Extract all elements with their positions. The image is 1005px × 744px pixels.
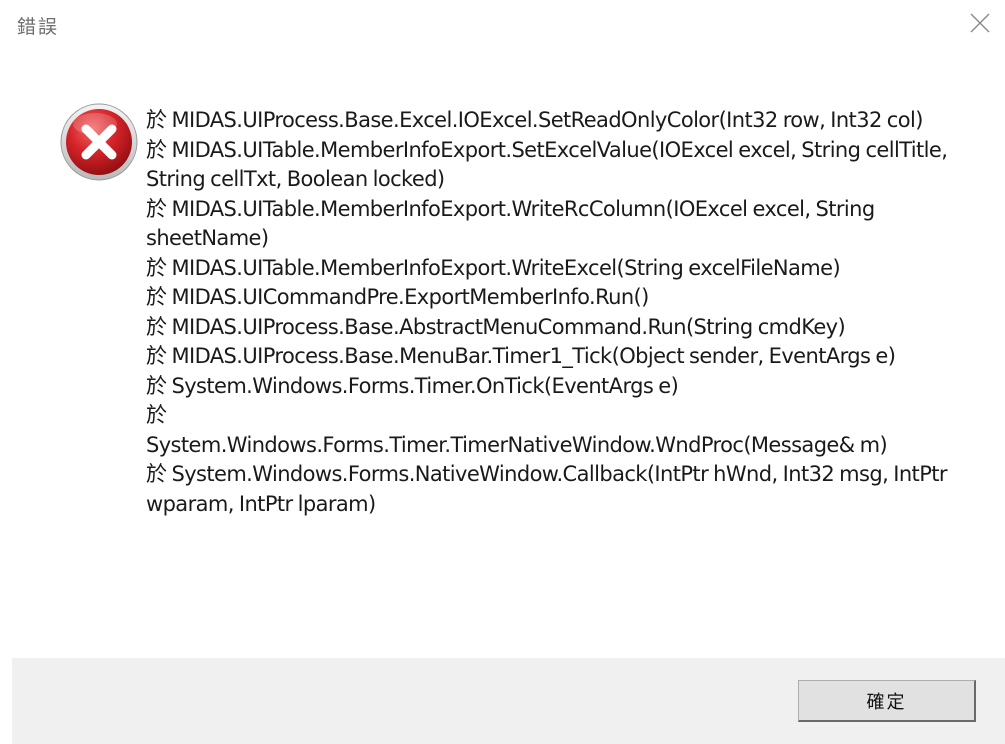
close-button[interactable] (955, 0, 1005, 46)
error-icon (60, 103, 138, 181)
ok-button[interactable]: 確定 (798, 680, 976, 722)
dialog-footer: 確定 (12, 658, 1005, 744)
error-message: 於 MIDAS.UIProcess.Base.Excel.IOExcel.Set… (146, 108, 948, 516)
dialog-title: 錯誤 (17, 16, 60, 38)
close-icon (970, 13, 990, 33)
title-bar: 錯誤 (0, 0, 1005, 50)
dialog-content: 於 MIDAS.UIProcess.Base.Excel.IOExcel.Set… (0, 50, 1005, 632)
error-dialog: 錯誤 於 MIDAS.UIProcess.Base.Excel.IOExcel.… (0, 0, 1005, 744)
